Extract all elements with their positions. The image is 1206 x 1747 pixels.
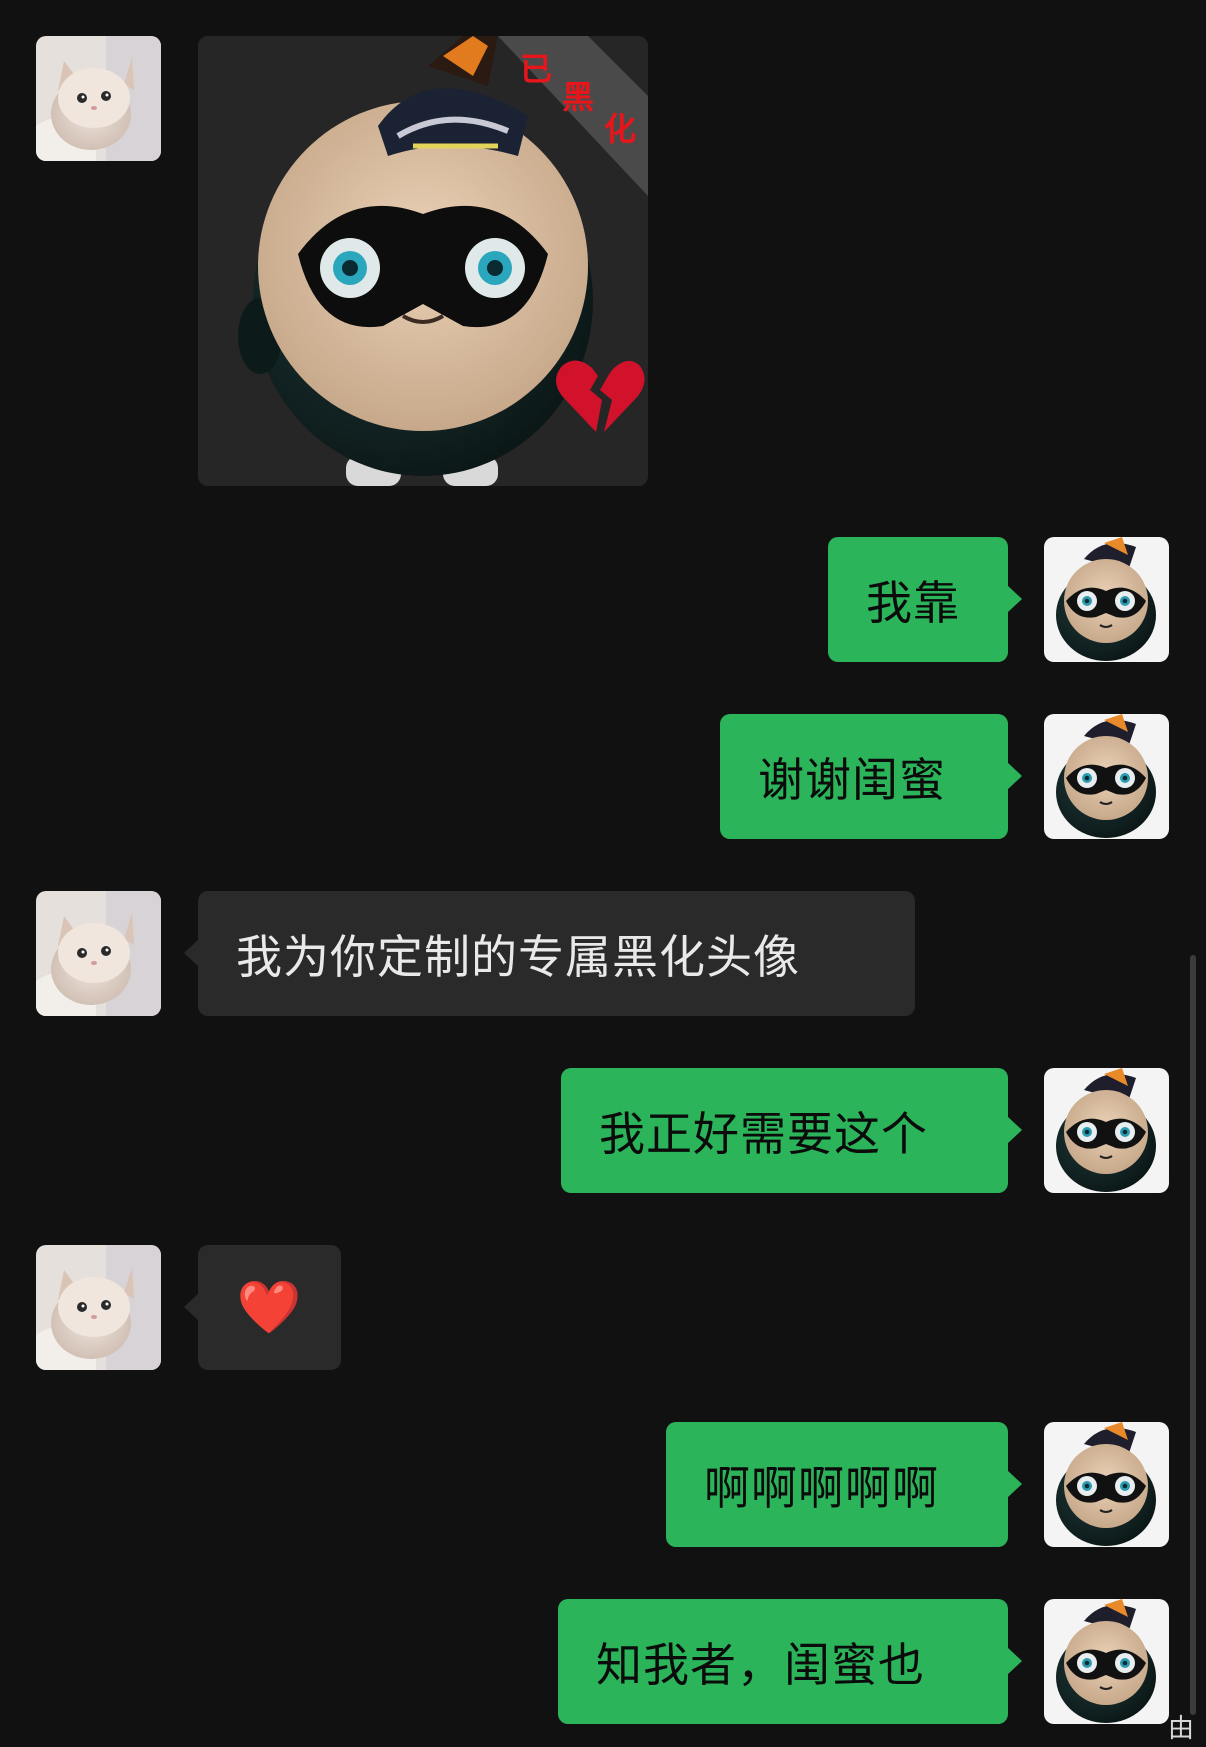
outgoing-message-bubble[interactable]: 我正好需要这个: [561, 1068, 1022, 1193]
incoming-avatar[interactable]: [36, 891, 161, 1016]
message-text: 我正好需要这个: [599, 1106, 928, 1161]
outgoing-message-bubble[interactable]: 谢谢闺蜜: [720, 714, 1022, 839]
message-text: 知我者，闺蜜也: [596, 1637, 925, 1692]
bubble-tail: [1007, 1647, 1022, 1675]
masked-mascot-avatar-icon: [1044, 1599, 1169, 1724]
outgoing-avatar[interactable]: [1044, 1068, 1169, 1193]
incoming-message-bubble[interactable]: ❤️: [184, 1245, 341, 1370]
corner-text: 由: [1168, 1714, 1195, 1744]
incoming-avatar[interactable]: [36, 1245, 161, 1370]
bubble-tail: [1007, 1470, 1022, 1498]
masked-mascot-avatar-icon: [1044, 714, 1169, 839]
outgoing-message-bubble[interactable]: 知我者，闺蜜也: [558, 1599, 1022, 1724]
bubble-tail: [1007, 1116, 1022, 1144]
kitten-avatar-icon: [36, 891, 161, 1016]
outgoing-avatar[interactable]: [1044, 537, 1169, 662]
stamp-char: 化: [604, 110, 637, 148]
incoming-message-bubble[interactable]: 我为你定制的专属黑化头像: [184, 891, 915, 1016]
incoming-avatar[interactable]: [36, 36, 161, 161]
outgoing-avatar[interactable]: [1044, 1599, 1169, 1724]
kitten-avatar-icon: [36, 1245, 161, 1370]
red-heart-icon: ❤️: [236, 1277, 303, 1338]
outgoing-message-bubble[interactable]: 啊啊啊啊啊: [666, 1422, 1022, 1547]
bubble-tail: [184, 939, 199, 967]
outgoing-message-bubble[interactable]: 我靠: [828, 537, 1022, 662]
masked-mascot-avatar-icon: [1044, 1068, 1169, 1193]
bubble-tail: [1007, 585, 1022, 613]
stamp-char: 黑: [562, 78, 595, 116]
message-text: 我靠: [866, 575, 960, 630]
masked-mascot-avatar-icon: [1044, 537, 1169, 662]
bubble-tail: [1007, 762, 1022, 790]
message-text: 啊啊啊啊啊: [704, 1460, 939, 1515]
outgoing-avatar[interactable]: [1044, 1422, 1169, 1547]
stamp-char: 已: [520, 50, 553, 88]
scrollbar[interactable]: [1190, 955, 1196, 1715]
message-text: 我为你定制的专属黑化头像: [236, 929, 800, 984]
masked-mascot-avatar-icon: [1044, 1422, 1169, 1547]
kitten-avatar-icon: [36, 36, 161, 161]
bubble-tail: [184, 1293, 199, 1321]
message-text: 谢谢闺蜜: [758, 752, 946, 807]
outgoing-avatar[interactable]: [1044, 714, 1169, 839]
sticker-message[interactable]: 已 黑 化: [198, 36, 648, 486]
